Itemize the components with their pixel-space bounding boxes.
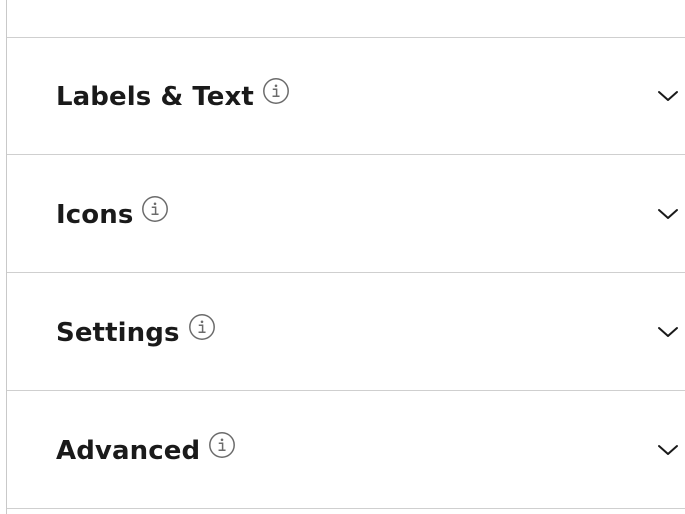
accordion-section-labels-text[interactable]: Labels & Text — [7, 37, 685, 155]
chevron-down-icon[interactable] — [657, 89, 679, 103]
info-icon[interactable] — [262, 77, 290, 105]
accordion-section-advanced[interactable]: Advanced — [7, 391, 685, 509]
accordion-header[interactable]: Advanced — [56, 391, 685, 508]
section-title: Settings — [56, 317, 180, 348]
info-icon[interactable] — [141, 195, 169, 223]
accordion-section-icons[interactable]: Icons — [7, 155, 685, 273]
chevron-down-icon[interactable] — [657, 443, 679, 457]
info-icon[interactable] — [208, 431, 236, 459]
accordion-header[interactable]: Settings — [56, 273, 685, 390]
accordion-header[interactable]: Icons — [56, 155, 685, 272]
accordion-section-settings[interactable]: Settings — [7, 273, 685, 391]
accordion-header[interactable]: Labels & Text — [56, 37, 685, 154]
chevron-down-icon[interactable] — [657, 325, 679, 339]
settings-panel: Labels & Text Icons Settings Advanced — [6, 0, 685, 514]
chevron-down-icon[interactable] — [657, 207, 679, 221]
section-title: Advanced — [56, 435, 201, 466]
section-title: Labels & Text — [56, 81, 254, 112]
accordion: Labels & Text Icons Settings Advanced — [7, 37, 685, 509]
info-icon[interactable] — [188, 313, 216, 341]
section-title: Icons — [56, 199, 134, 230]
